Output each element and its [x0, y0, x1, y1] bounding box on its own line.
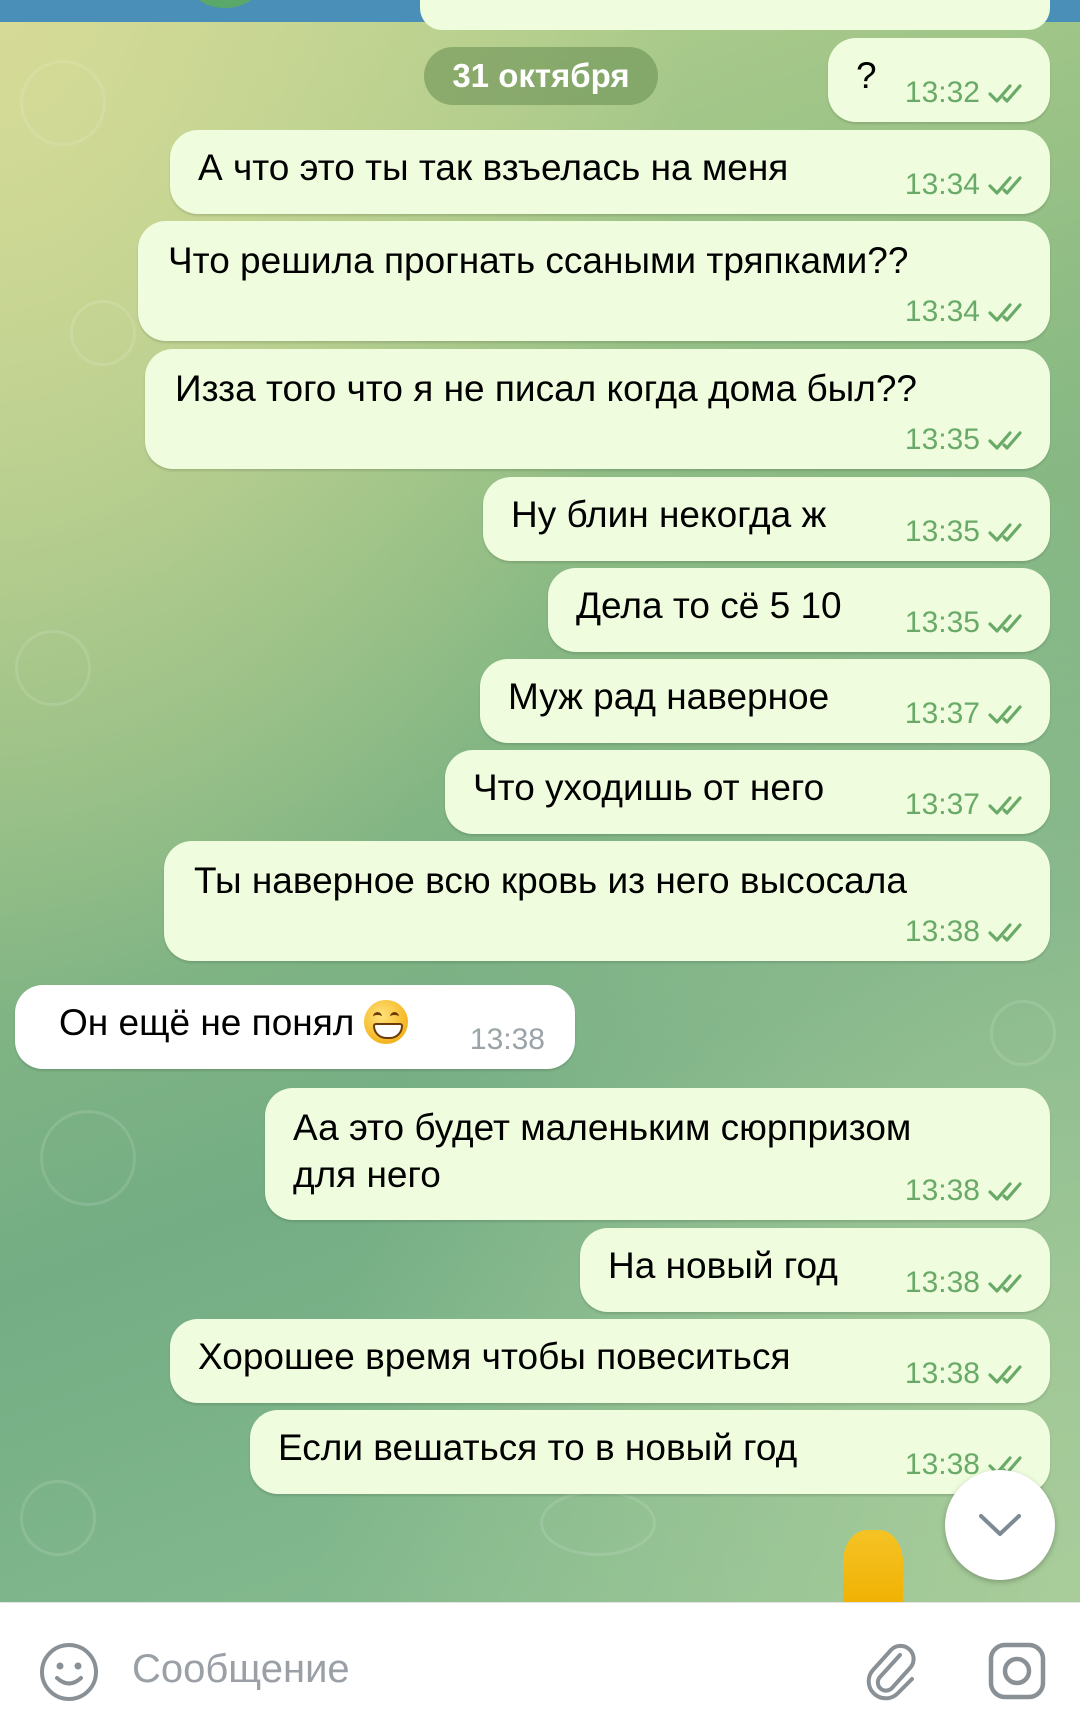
background-doodle [70, 300, 136, 366]
paperclip-icon[interactable] [860, 1639, 924, 1703]
message-bubble[interactable]: На новый год 13:38 [580, 1228, 1050, 1312]
message-text-line-2: для него [293, 1154, 441, 1195]
message-bubble[interactable]: Изза того что я не писал когда дома был?… [145, 349, 1050, 469]
double-check-icon [988, 923, 1022, 942]
double-check-icon [988, 705, 1022, 724]
message-text: Дела то сё 5 10 [576, 585, 842, 626]
double-check-icon [988, 614, 1022, 633]
message-meta: 13:38 [905, 1174, 1032, 1208]
message-text: А что это ты так взъелась на меня [198, 147, 789, 188]
double-check-icon [988, 1182, 1022, 1201]
message-meta: 13:34 [905, 295, 1032, 329]
background-doodle [20, 60, 106, 146]
message-time: 13:37 [904, 697, 980, 730]
double-check-icon [988, 1365, 1022, 1384]
double-check-icon [988, 1274, 1022, 1293]
background-doodle [20, 1480, 96, 1556]
camera-icon[interactable] [985, 1639, 1049, 1703]
chevron-down-icon [979, 1514, 1021, 1536]
smile-icon[interactable] [38, 1641, 100, 1703]
message-text: Ну блин некогда ж [511, 494, 827, 535]
message-text-line-1: Аа это будет маленьким сюрпризом [293, 1107, 912, 1148]
scroll-down-button[interactable] [945, 1470, 1055, 1580]
incoming-message-bubble[interactable]: Он ещё не понял 13:38 [15, 985, 575, 1069]
message-time: 13:37 [904, 788, 980, 821]
message-text: Хорошее время чтобы повеситься [198, 1336, 791, 1377]
message-time: 13:38 [904, 1266, 980, 1299]
background-doodle [40, 1110, 136, 1206]
message-meta: 13:38 [905, 915, 1032, 949]
message-meta: 13:38 [470, 1023, 545, 1057]
double-check-icon [988, 84, 1022, 103]
double-check-icon [988, 431, 1022, 450]
message-input-bar: Сообщение [0, 1602, 1080, 1735]
message-time: 13:35 [904, 423, 980, 456]
message-bubble[interactable]: Аа это будет маленьким сюрпризом для нег… [265, 1088, 1050, 1220]
double-check-icon [988, 796, 1022, 815]
message-text: Что уходишь от него [473, 767, 825, 808]
message-time: 13:38 [469, 1023, 545, 1056]
message-meta: 13:34 [905, 168, 1032, 202]
message-time: 13:38 [904, 1448, 980, 1481]
double-check-icon [988, 176, 1022, 195]
message-time: 13:32 [904, 76, 980, 109]
message-bubble[interactable]: А что это ты так взъелась на меня 13:34 [170, 130, 1050, 214]
message-bubble[interactable]: Что уходишь от него 13:37 [445, 750, 1050, 834]
message-bubble[interactable]: Муж рад наверное 13:37 [480, 659, 1050, 743]
message-bubble[interactable]: ? 13:32 [828, 38, 1050, 122]
message-text: Изза того что я не писал когда дома был?… [175, 368, 917, 409]
message-text: Ты наверное всю кровь из него высосала [194, 860, 907, 901]
message-time: 13:35 [904, 606, 980, 639]
message-text: Муж рад наверное [508, 676, 830, 717]
message-bubble[interactable]: Дела то сё 5 10 13:35 [548, 568, 1050, 652]
message-meta: 13:37 [905, 697, 1032, 731]
message-meta: 13:32 [905, 76, 1032, 110]
background-doodle [990, 1000, 1056, 1066]
message-input[interactable]: Сообщение [132, 1647, 350, 1692]
message-time: 13:34 [904, 168, 980, 201]
double-check-icon [988, 523, 1022, 542]
background-doodle [540, 1490, 656, 1556]
message-meta: 13:35 [905, 606, 1032, 640]
message-meta: 13:38 [905, 1266, 1032, 1300]
date-label: 31 октября [452, 57, 630, 94]
message-bubble[interactable]: Ты наверное всю кровь из него высосала 1… [164, 841, 1050, 961]
message-bubble[interactable]: Ну блин некогда ж 13:35 [483, 477, 1050, 561]
message-text: Что решила прогнать ссаными тряпками?? [168, 240, 909, 281]
message-time: 13:38 [904, 1357, 980, 1390]
message-text: Он ещё не понял [59, 999, 409, 1047]
previous-message-bubble[interactable] [420, 0, 1050, 30]
message-text: ? [856, 55, 877, 96]
message-text-content: Он ещё не понял [59, 1002, 355, 1043]
message-time: 13:38 [904, 1174, 980, 1207]
message-bubble[interactable]: Что решила прогнать ссаными тряпками?? 1… [138, 221, 1050, 341]
message-text: На новый год [608, 1245, 838, 1286]
grinning-face-emoji [364, 1000, 409, 1045]
background-doodle [15, 630, 91, 706]
message-time: 13:35 [904, 515, 980, 548]
message-meta: 13:35 [905, 423, 1032, 457]
banana-sticker[interactable] [843, 1530, 903, 1610]
message-meta: 13:38 [905, 1357, 1032, 1391]
message-meta: 13:37 [905, 788, 1032, 822]
message-bubble[interactable]: Если вешаться то в новый год 13:38 [250, 1410, 1050, 1494]
avatar[interactable] [190, 0, 260, 8]
message-bubble[interactable]: Хорошее время чтобы повеситься 13:38 [170, 1319, 1050, 1403]
message-text: Если вешаться то в новый год [278, 1427, 798, 1468]
date-separator: 31 октября [424, 47, 658, 105]
message-time: 13:38 [904, 915, 980, 948]
double-check-icon [988, 303, 1022, 322]
message-time: 13:34 [904, 295, 980, 328]
message-meta: 13:35 [905, 515, 1032, 549]
